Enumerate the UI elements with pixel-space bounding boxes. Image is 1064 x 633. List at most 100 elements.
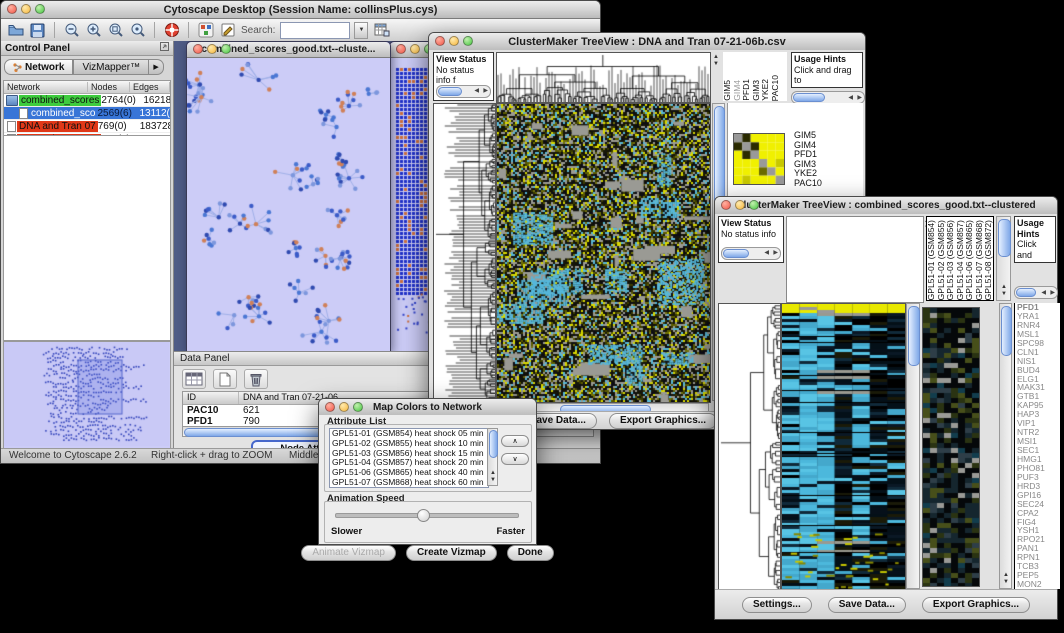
action-button[interactable]: Create Vizmap bbox=[406, 545, 497, 561]
usage-hints-scrollbar[interactable]: ◀▶ bbox=[1014, 286, 1058, 299]
treeview1-title: ClusterMaker TreeView : DNA and Tran 07-… bbox=[508, 36, 786, 48]
zoom-window-icon[interactable] bbox=[353, 402, 363, 412]
column-dendrogram-area[interactable] bbox=[786, 216, 924, 303]
treeview2-button-bar: Settings... Save Data... Export Graphics… bbox=[715, 589, 1057, 619]
network-view-canvas[interactable] bbox=[187, 58, 390, 351]
row-dendrogram-canvas[interactable] bbox=[718, 303, 781, 591]
attribute-select-icon[interactable] bbox=[182, 369, 206, 389]
action-button[interactable]: Save Data... bbox=[828, 597, 906, 613]
tab-vizmapper[interactable]: VizMapper™ bbox=[73, 59, 149, 75]
network-list-row[interactable]: DNA and Tran 07 769(0) 183728(0) bbox=[4, 120, 170, 133]
zoom-heatmap-scrollbar[interactable]: ▲▼ bbox=[999, 303, 1012, 589]
network-overview-panel bbox=[3, 341, 171, 449]
network-window-title-bar[interactable]: combined_scores_good.txt--cluste... bbox=[187, 42, 390, 58]
network-table-header[interactable]: Network Nodes Edges bbox=[4, 81, 170, 94]
close-icon[interactable] bbox=[325, 402, 335, 412]
close-icon[interactable] bbox=[721, 200, 731, 210]
main-title-bar[interactable]: Cytoscape Desktop (Session Name: collins… bbox=[1, 1, 600, 19]
search-dropdown-icon[interactable]: ▼ bbox=[354, 22, 368, 39]
network-list-row[interactable]: combined_scores 2764(0) 16218(0) bbox=[4, 94, 170, 107]
minimize-icon[interactable] bbox=[449, 36, 459, 46]
network-list-row[interactable]: combined_sco 2569(6) 13112(15) bbox=[4, 107, 170, 120]
toolbar-separator bbox=[54, 22, 55, 38]
action-button[interactable]: Animate Vizmap bbox=[301, 545, 396, 561]
minimize-icon[interactable] bbox=[410, 44, 420, 54]
heatmap-row-label[interactable]: PAC10 bbox=[794, 179, 860, 189]
network-edges-count: 183728(0) bbox=[140, 121, 170, 132]
network-nodes-count: 2569(6) bbox=[97, 108, 139, 119]
dendrogram-pager-icons[interactable]: ▲▼ bbox=[712, 54, 720, 68]
action-button[interactable]: Settings... bbox=[742, 597, 812, 613]
close-icon[interactable] bbox=[435, 36, 445, 46]
row-dendrogram-canvas[interactable] bbox=[433, 103, 496, 403]
column-dendrogram-canvas[interactable] bbox=[496, 52, 711, 103]
heatmap-row-label[interactable]: MON2 bbox=[1017, 580, 1060, 589]
close-icon[interactable] bbox=[7, 4, 17, 14]
close-icon[interactable] bbox=[396, 44, 406, 54]
zoom-window-icon[interactable] bbox=[35, 4, 45, 14]
search-label: Search: bbox=[241, 25, 275, 36]
zoom-window-icon[interactable] bbox=[463, 36, 473, 46]
help-icon[interactable] bbox=[163, 22, 180, 39]
new-attribute-icon[interactable] bbox=[213, 369, 237, 389]
heatmap-vertical-scrollbar[interactable] bbox=[906, 303, 920, 589]
minimize-icon[interactable] bbox=[735, 200, 745, 210]
minimize-icon[interactable] bbox=[339, 402, 349, 412]
heatmap-column-label[interactable]: GPL51-08 (GSM872) bbox=[984, 220, 994, 300]
dialog-title-bar[interactable]: Map Colors to Network bbox=[319, 399, 536, 416]
network-nodes-count: 769(0) bbox=[98, 121, 140, 132]
network-tree-empty-area[interactable] bbox=[3, 135, 171, 341]
network-view-window[interactable]: combined_scores_good.txt--cluste... bbox=[186, 41, 391, 351]
map-colors-dialog[interactable]: Map Colors to Network Attribute List GPL… bbox=[318, 398, 537, 545]
treeview2-title-bar[interactable]: ClusterMaker TreeView : combined_scores_… bbox=[715, 197, 1057, 215]
view-status-scrollbar[interactable]: ◀▶ bbox=[721, 247, 781, 260]
zoom-window-icon[interactable] bbox=[221, 44, 231, 54]
minimize-icon[interactable] bbox=[207, 44, 217, 54]
action-button[interactable]: Export Graphics... bbox=[922, 597, 1030, 613]
toolbar-separator bbox=[154, 22, 155, 38]
view-status-scrollbar[interactable]: ◀▶ bbox=[436, 85, 491, 98]
toolbar-separator bbox=[188, 22, 189, 38]
attribute-list-scrollbar[interactable]: ▲▼ bbox=[487, 428, 498, 486]
search-input[interactable] bbox=[280, 22, 350, 39]
control-panel-tabs: Network VizMapper™ ▶ bbox=[1, 56, 173, 78]
zoom-in-icon[interactable] bbox=[85, 22, 102, 39]
zoom-out-icon[interactable] bbox=[63, 22, 80, 39]
zoom-selected-icon[interactable] bbox=[107, 22, 124, 39]
import-table-icon[interactable] bbox=[373, 22, 390, 39]
attribute-list-item[interactable]: GPL51-07 (GSM868) heat shock 60 min bbox=[330, 478, 488, 488]
action-button[interactable]: Done bbox=[507, 545, 554, 561]
float-panel-icon[interactable] bbox=[160, 42, 169, 54]
animation-speed-slider-thumb[interactable] bbox=[417, 509, 430, 522]
treeview1-title-bar[interactable]: ClusterMaker TreeView : DNA and Tran 07-… bbox=[429, 33, 865, 51]
animation-group-box: Slower Faster bbox=[324, 501, 532, 543]
action-button[interactable]: Export Graphics... bbox=[609, 413, 717, 429]
treeview-combined-window[interactable]: ClusterMaker TreeView : combined_scores_… bbox=[714, 196, 1058, 620]
heatmap-canvas[interactable] bbox=[781, 303, 906, 591]
close-icon[interactable] bbox=[193, 44, 203, 54]
annotation-icon[interactable] bbox=[219, 22, 236, 39]
dialog-title: Map Colors to Network bbox=[373, 402, 482, 413]
column-labels-scrollbar[interactable]: ▲▼ bbox=[996, 216, 1011, 301]
open-file-icon[interactable] bbox=[7, 22, 24, 39]
network-name: DNA and Tran 07 bbox=[17, 121, 98, 132]
save-icon[interactable] bbox=[29, 22, 46, 39]
delete-attribute-icon[interactable] bbox=[244, 369, 268, 389]
selected-cluster-heatmap-canvas[interactable] bbox=[733, 133, 785, 185]
zoom-heatmap-canvas[interactable] bbox=[922, 307, 980, 587]
move-up-button[interactable]: ∧ bbox=[501, 435, 529, 447]
status-welcome: Welcome to Cytoscape 2.6.2 bbox=[9, 450, 137, 461]
heatmap-column-label[interactable]: PAC10 bbox=[771, 75, 781, 101]
view-status-box: View Status No status info ◀▶ bbox=[718, 216, 784, 263]
tab-network[interactable]: Network bbox=[4, 59, 73, 75]
network-overview-canvas[interactable] bbox=[4, 342, 169, 446]
attribute-row-id: PAC10 bbox=[183, 405, 239, 416]
control-panel-title: Control Panel bbox=[5, 43, 70, 54]
tab-overflow-arrow-icon[interactable]: ▶ bbox=[149, 59, 164, 75]
zoom-window-icon[interactable] bbox=[749, 200, 759, 210]
zoom-fit-icon[interactable] bbox=[129, 22, 146, 39]
vizmap-icon[interactable] bbox=[197, 22, 214, 39]
heatmap-canvas[interactable] bbox=[496, 103, 711, 403]
move-down-button[interactable]: ∨ bbox=[501, 453, 529, 465]
minimize-icon[interactable] bbox=[21, 4, 31, 14]
